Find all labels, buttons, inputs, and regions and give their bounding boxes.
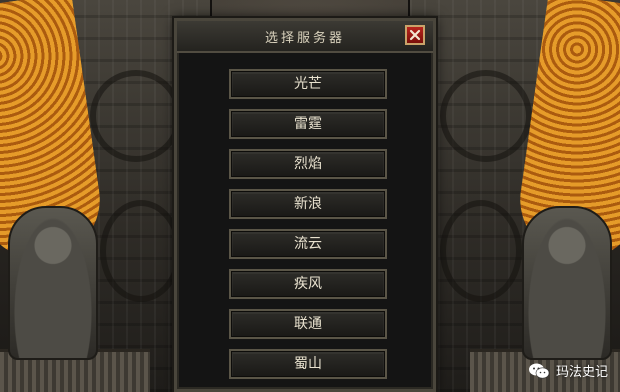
server-button-lieyan[interactable]: 烈焰 <box>229 149 387 179</box>
stone-carving <box>100 200 182 302</box>
close-icon <box>409 29 421 41</box>
server-button-leiting[interactable]: 雷霆 <box>229 109 387 139</box>
stone-carving <box>440 70 532 162</box>
server-button-xinlang[interactable]: 新浪 <box>229 189 387 219</box>
dialog-title: 选择服务器 <box>264 31 345 46</box>
dialog-title-bar: 选择服务器 <box>177 21 433 53</box>
server-button-liantong[interactable]: 联通 <box>229 309 387 339</box>
watermark-text: 玛法史记 <box>555 365 608 380</box>
server-button-jifeng[interactable]: 疾风 <box>229 269 387 299</box>
server-button-guangmang[interactable]: 光芒 <box>229 69 387 99</box>
stone-carving <box>440 200 522 302</box>
close-button[interactable] <box>405 25 425 45</box>
stone-lion-statue-right <box>522 206 612 360</box>
watermark: 玛法史记 <box>528 361 608 380</box>
game-scene: 选择服务器 光芒 雷霆 烈焰 新浪 流云 疾风 联通 蜀山 玛法史记 <box>0 0 620 392</box>
stone-carving <box>90 70 182 162</box>
server-button-shushan[interactable]: 蜀山 <box>229 349 387 379</box>
server-button-liuyun[interactable]: 流云 <box>229 229 387 259</box>
wechat-icon <box>528 363 550 378</box>
server-select-dialog: 选择服务器 光芒 雷霆 烈焰 新浪 流云 疾风 联通 蜀山 <box>172 16 438 392</box>
stone-lion-statue-left <box>8 206 98 360</box>
